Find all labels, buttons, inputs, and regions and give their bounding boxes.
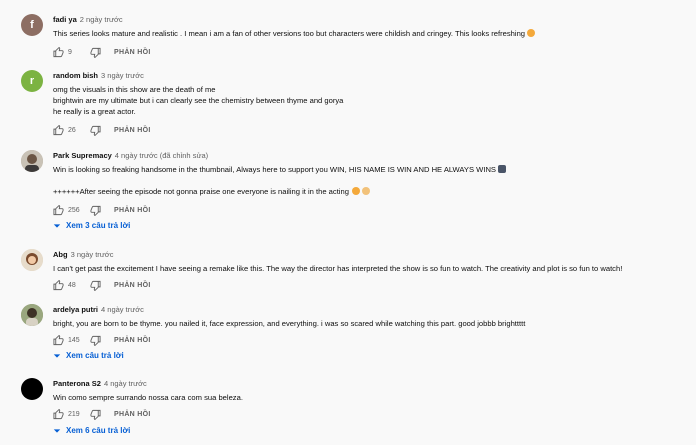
thumbs-down-icon[interactable] bbox=[90, 335, 101, 346]
reply-button[interactable]: PHẢN HỒI bbox=[114, 49, 151, 56]
person-emoji-icon bbox=[498, 165, 506, 173]
view-replies-label: Xem 6 câu trả lời bbox=[66, 426, 131, 435]
thumbs-down-icon[interactable] bbox=[90, 280, 101, 291]
chevron-down-icon bbox=[53, 428, 61, 433]
comment-actions: 219 PHẢN HỒI bbox=[53, 408, 151, 420]
comment-time[interactable]: 3 ngày trước bbox=[101, 71, 144, 80]
avatar[interactable] bbox=[21, 150, 43, 172]
thumbs-up-icon[interactable] bbox=[53, 408, 64, 420]
comment-time[interactable]: 3 ngày trước bbox=[71, 250, 114, 259]
smile-emoji-icon bbox=[527, 29, 536, 37]
thumbs-up-icon[interactable] bbox=[53, 204, 64, 216]
thumbs-up-icon[interactable] bbox=[53, 334, 64, 346]
chevron-down-icon bbox=[53, 353, 61, 358]
thumbs-down-icon[interactable] bbox=[90, 47, 101, 58]
reply-button[interactable]: PHẢN HỒI bbox=[114, 411, 151, 418]
reply-button[interactable]: PHẢN HỒI bbox=[114, 282, 151, 289]
ok-hand-emoji-icon bbox=[361, 187, 370, 195]
view-replies-button[interactable]: Xem 6 câu trả lời bbox=[53, 426, 130, 435]
comment-text: This series looks mature and realistic .… bbox=[53, 28, 536, 39]
comment-actions: 9 PHẢN HỒI bbox=[53, 46, 151, 58]
profile-photo-icon bbox=[21, 304, 43, 326]
comment-header: Park Supremacy 4 ngày trước (đã chỉnh sửa… bbox=[53, 151, 208, 160]
like-count: 145 bbox=[68, 336, 80, 344]
comment-time[interactable]: 4 ngày trước bbox=[104, 379, 147, 388]
thumbs-down-icon[interactable] bbox=[90, 125, 101, 136]
thumbs-up-icon[interactable] bbox=[53, 124, 64, 136]
comment-text: Win como sempre surrando nossa cara com … bbox=[53, 393, 243, 402]
laughing-emoji-icon bbox=[351, 187, 360, 195]
avatar[interactable] bbox=[21, 378, 43, 400]
comment-header: ardelya putri 4 ngày trước bbox=[53, 305, 144, 314]
comment-time[interactable]: 2 ngày trước bbox=[80, 15, 123, 24]
thumbs-down-icon[interactable] bbox=[90, 409, 101, 420]
comment-actions: 256 PHẢN HỒI bbox=[53, 204, 151, 216]
comment-text-line: he really is a great actor. bbox=[53, 107, 136, 116]
comment-text-line: omg the visuals in this show are the dea… bbox=[53, 85, 216, 94]
avatar[interactable] bbox=[21, 304, 43, 326]
comment-actions: 48 PHẢN HỒI bbox=[53, 279, 151, 291]
reply-button[interactable]: PHẢN HỒI bbox=[114, 337, 151, 344]
comment-text-line: Win is looking so freaking handsome in t… bbox=[53, 164, 506, 175]
comment-header: fadi ya 2 ngày trước bbox=[53, 15, 123, 24]
comment-header: Abg 3 ngày trước bbox=[53, 250, 113, 259]
comment-author[interactable]: Abg bbox=[53, 250, 68, 259]
comment-author[interactable]: random bish bbox=[53, 71, 98, 80]
comment-header: random bish 3 ngày trước bbox=[53, 71, 144, 80]
profile-photo-icon bbox=[21, 249, 43, 271]
comment-time[interactable]: 4 ngày trước bbox=[101, 305, 144, 314]
comment-author[interactable]: fadi ya bbox=[53, 15, 77, 24]
comment-author[interactable]: Park Supremacy bbox=[53, 151, 112, 160]
like-count: 48 bbox=[68, 281, 76, 289]
avatar[interactable]: r bbox=[21, 70, 43, 92]
view-replies-button[interactable]: Xem 3 câu trả lời bbox=[53, 221, 130, 230]
comment-text-line: brightwin are my ultimate but i can clea… bbox=[53, 96, 344, 105]
comment-text-line: ++++++After seeing the episode not gonna… bbox=[53, 186, 370, 197]
comment-author[interactable]: Panterona S2 bbox=[53, 379, 101, 388]
chevron-down-icon bbox=[53, 223, 61, 228]
thumbs-up-icon[interactable] bbox=[53, 46, 64, 58]
comment-author[interactable]: ardelya putri bbox=[53, 305, 98, 314]
reply-button[interactable]: PHẢN HỒI bbox=[114, 207, 151, 214]
comment-text: I can't get past the excitement I have s… bbox=[53, 264, 623, 273]
like-count: 219 bbox=[68, 410, 80, 418]
like-count: 26 bbox=[68, 126, 76, 134]
thumbs-up-icon[interactable] bbox=[53, 279, 64, 291]
reply-button[interactable]: PHẢN HỒI bbox=[114, 127, 151, 134]
thumbs-down-icon[interactable] bbox=[90, 205, 101, 216]
avatar[interactable] bbox=[21, 249, 43, 271]
like-count: 9 bbox=[68, 48, 72, 56]
comment-header: Panterona S2 4 ngày trước bbox=[53, 379, 147, 388]
view-replies-button[interactable]: Xem câu trả lời bbox=[53, 351, 124, 360]
comment-time[interactable]: 4 ngày trước (đã chỉnh sửa) bbox=[115, 151, 208, 160]
comment-text: bright, you are born to be thyme. you na… bbox=[53, 319, 526, 328]
profile-photo-icon bbox=[21, 150, 43, 172]
view-replies-label: Xem 3 câu trả lời bbox=[66, 221, 131, 230]
avatar[interactable]: f bbox=[21, 14, 43, 36]
comment-actions: 145 PHẢN HỒI bbox=[53, 334, 151, 346]
comment-actions: 26 PHẢN HỒI bbox=[53, 124, 151, 136]
view-replies-label: Xem câu trả lời bbox=[66, 351, 124, 360]
like-count: 256 bbox=[68, 206, 80, 214]
